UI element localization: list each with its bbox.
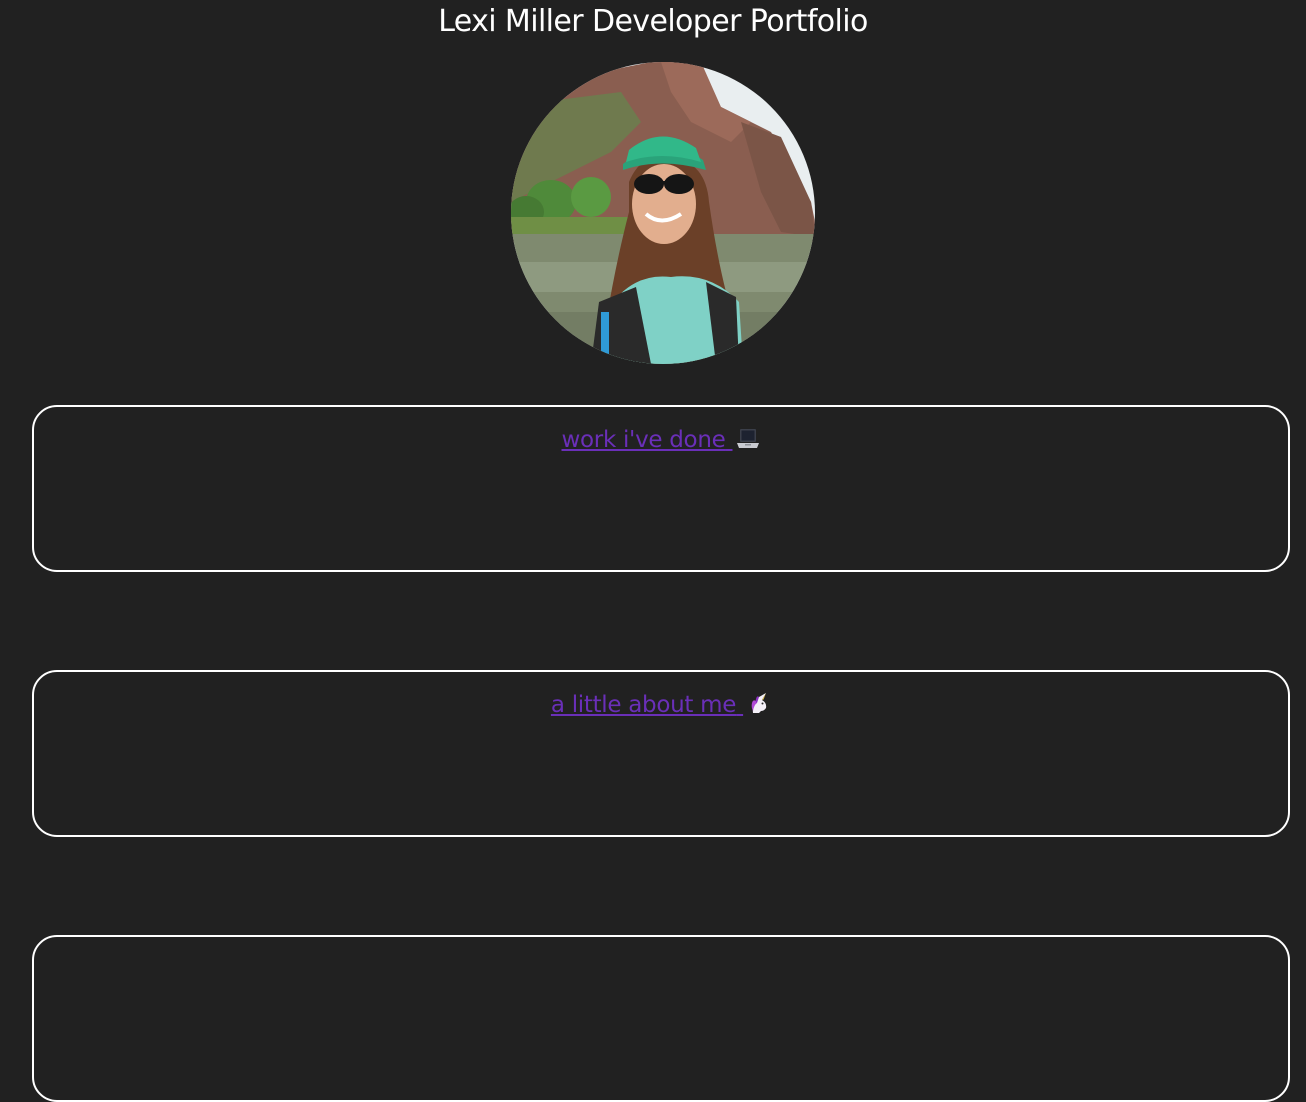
unicorn-icon [747, 691, 771, 723]
section-card-about: a little about me [32, 670, 1290, 837]
profile-photo [511, 62, 815, 364]
about-link[interactable]: a little about me [551, 690, 771, 723]
page-title: Lexi Miller Developer Portfolio [438, 4, 868, 39]
section-card-third [32, 935, 1290, 1102]
laptop-icon [736, 426, 760, 458]
work-link[interactable]: work i've done [562, 425, 761, 458]
about-link-label: a little about me [550, 692, 737, 718]
work-link-label: work i've done [561, 427, 726, 453]
avatar [511, 62, 815, 364]
section-card-work: work i've done [32, 405, 1290, 572]
